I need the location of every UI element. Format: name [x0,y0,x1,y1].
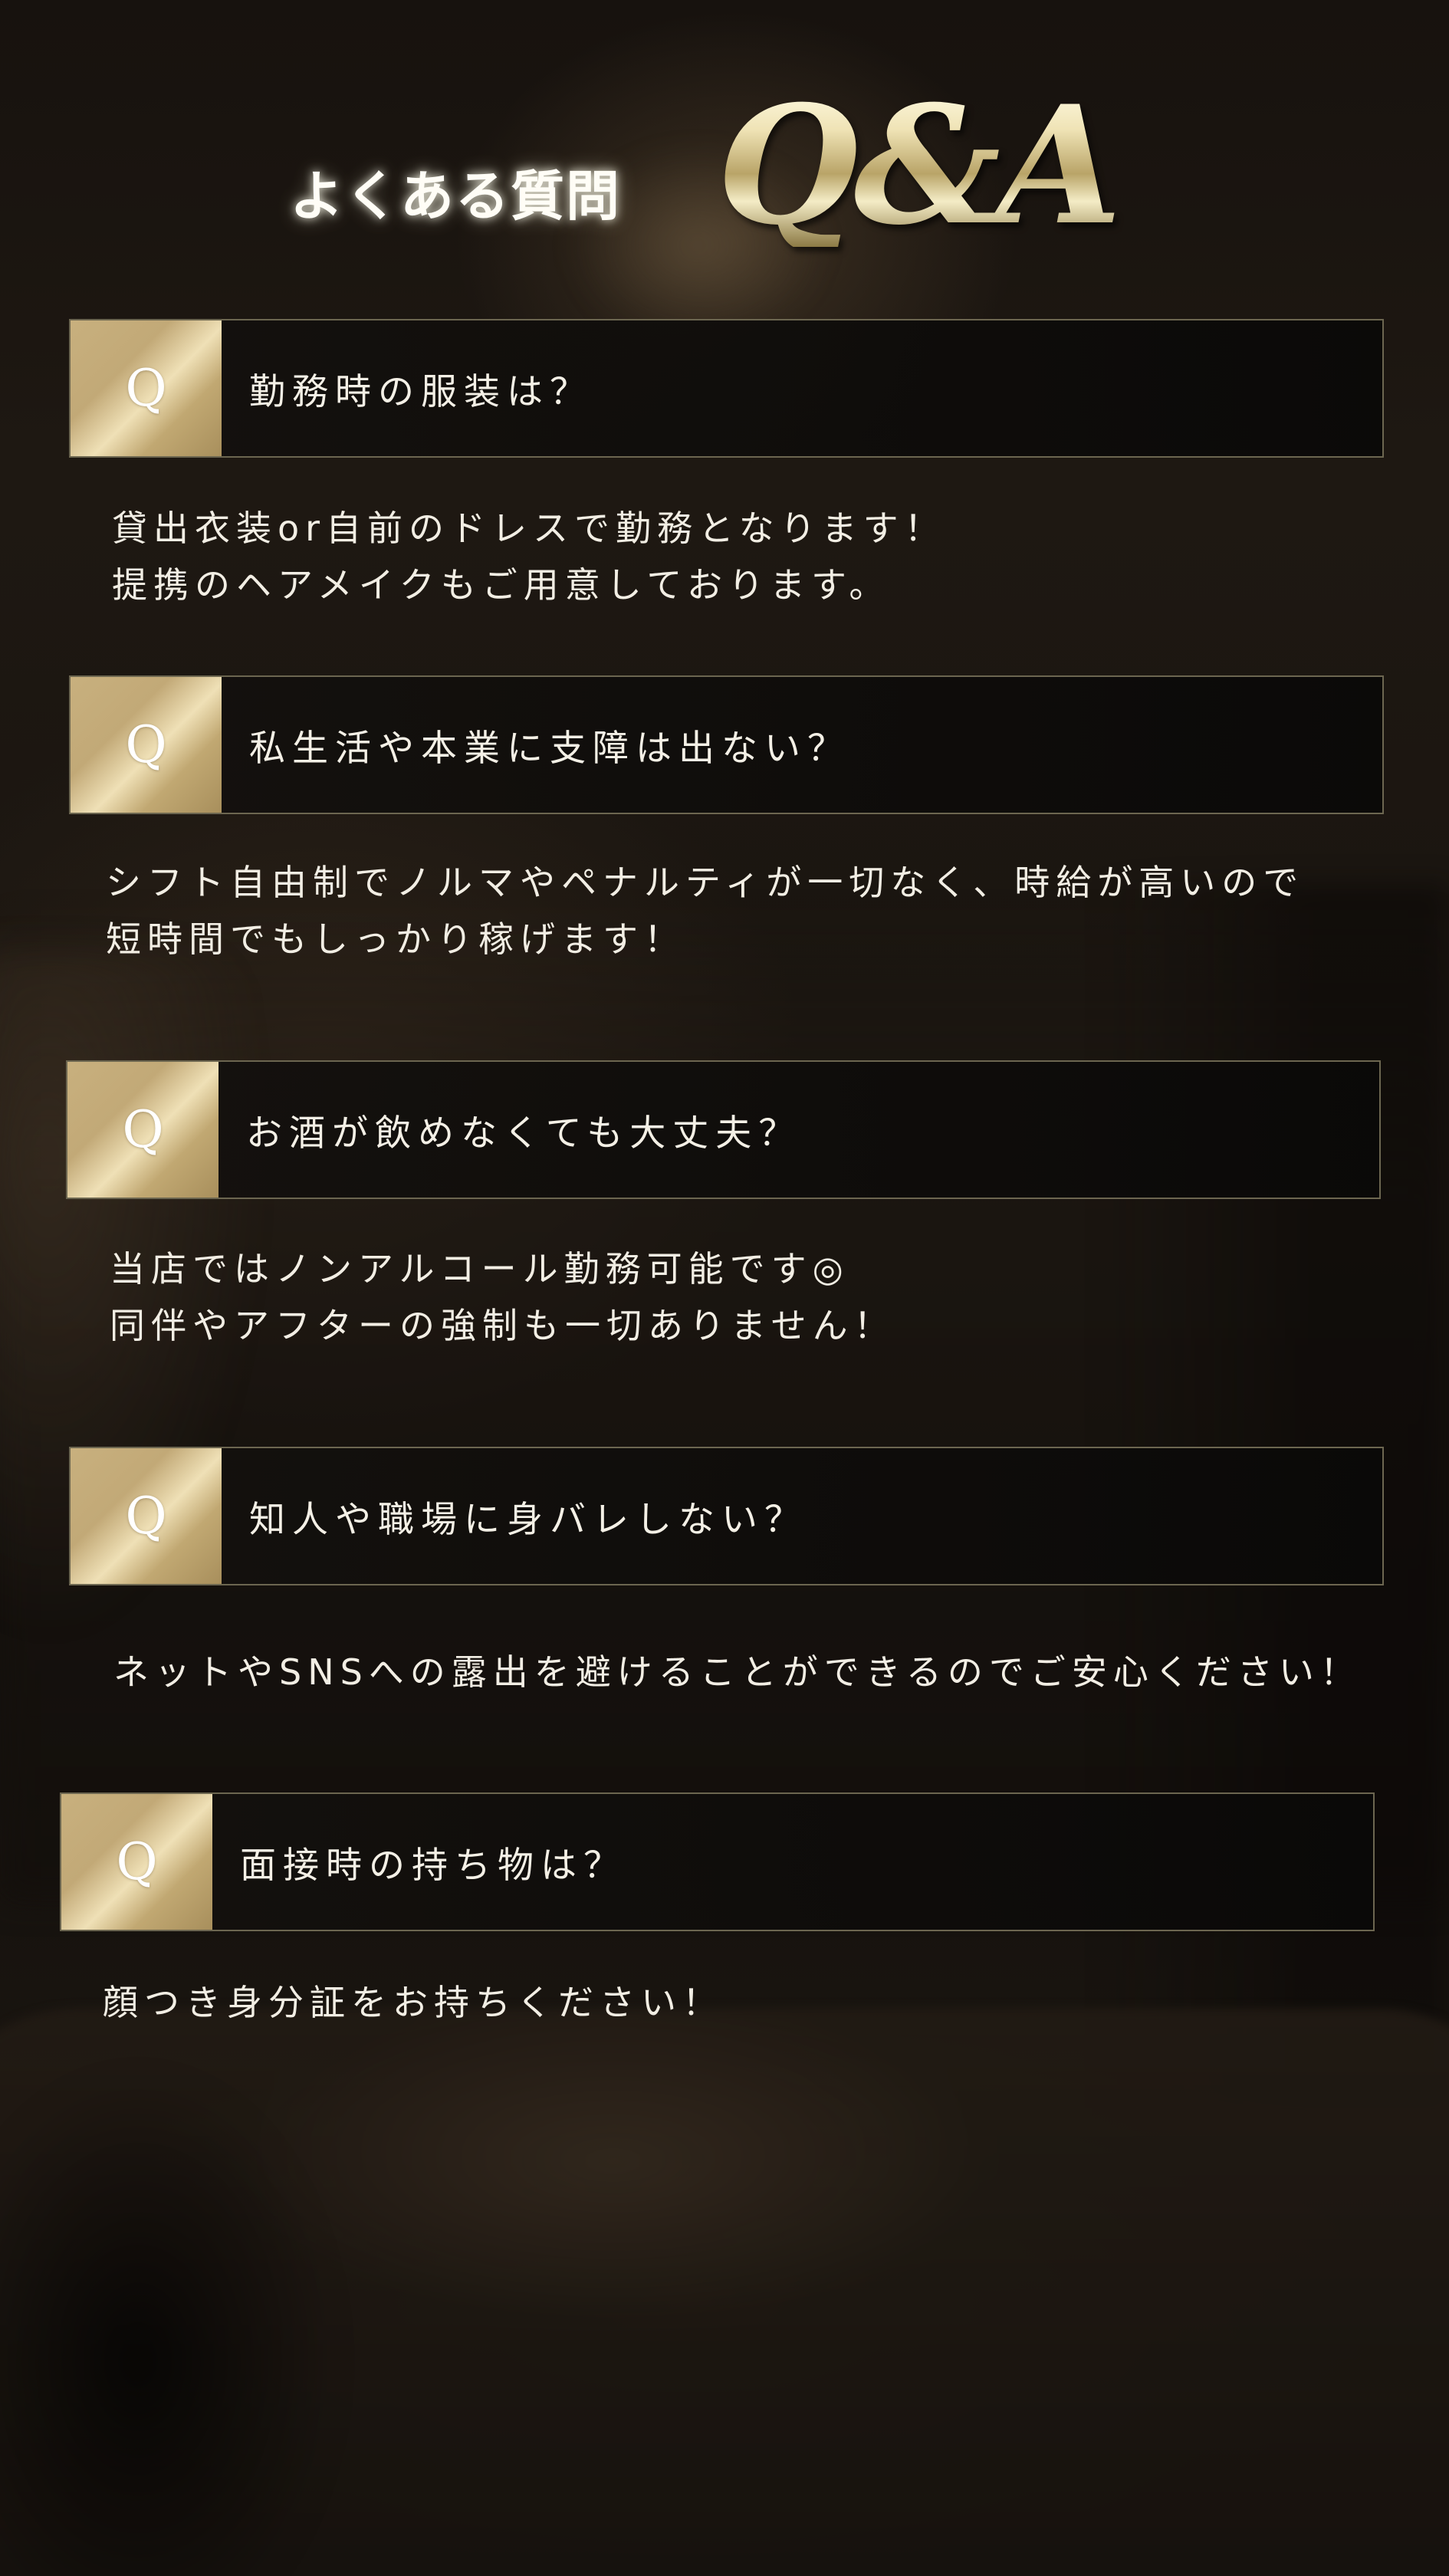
question-badge-letter: Q [125,358,167,418]
question-badge-letter: Q [116,1832,158,1891]
question-badge: Q [67,1062,219,1198]
answer-line: 同伴やアフターの強制も一切ありません！ [110,1305,895,1346]
question-bar: Q 面接時の持ち物は？ [60,1792,1375,1931]
question-text: 勤務時の服装は？ [249,371,593,413]
qa-item: Q 知人や職場に身バレしない？ [69,1447,1384,1585]
question-badge-letter: Q [125,715,167,774]
qa-item: Q 面接時の持ち物は？ [60,1792,1375,1931]
qa-page: よくある質問 Q&A Q 勤務時の服装は？ 貸出衣装or自前のドレスで勤務となり… [0,0,1449,2576]
question-bar: Q お酒が飲めなくても大丈夫？ [66,1060,1381,1199]
question-text: 知人や職場に身バレしない？ [249,1499,807,1541]
question-text: 面接時の持ち物は？ [240,1845,626,1887]
question-badge-letter: Q [125,1486,167,1546]
answer-text: ネットやSNSへの露出を避けることができるのでご安心ください！ [113,1644,1362,1700]
question-badge: Q [61,1794,212,1930]
answer-line: 当店ではノンアルコール勤務可能です◎ [110,1248,849,1290]
answer-text: シフト自由制でノルマやペナルティが一切なく、時給が高いので 短時間でもしっかり稼… [106,854,1304,968]
answer-line: 短時間でもしっかり稼げます！ [106,918,685,960]
background-sofa-back [0,905,1449,1901]
background-sofa-seat [0,2009,1449,2576]
answer-line: 提携のヘアメイクもご用意しております。 [112,564,891,606]
answer-text: 当店ではノンアルコール勤務可能です◎ 同伴やアフターの強制も一切ありません！ [110,1240,895,1354]
section-subtitle: よくある質問 [290,165,621,228]
qa-item: Q 私生活や本業に支障は出ない？ [69,675,1384,814]
question-bar: Q 勤務時の服装は？ [69,319,1384,458]
question-badge: Q [71,677,222,813]
section-title: Q&A [717,70,1122,261]
answer-line: 貸出衣装or自前のドレスで勤務となります！ [112,508,946,549]
question-text: お酒が飲めなくても大丈夫？ [246,1112,802,1155]
question-badge: Q [71,320,222,456]
qa-item: Q 勤務時の服装は？ [69,319,1384,458]
background-seat-shadow [0,2070,337,2576]
qa-item: Q お酒が飲めなくても大丈夫？ [66,1060,1381,1199]
answer-line: シフト自由制でノルマやペナルティが一切なく、時給が高いので [106,862,1305,903]
question-bar: Q 私生活や本業に支障は出ない？ [69,675,1384,814]
answer-text: 顔つき身分証をお持ちください！ [103,1974,724,2031]
answer-text: 貸出衣装or自前のドレスで勤務となります！ 提携のヘアメイクもご用意しております… [112,500,946,613]
question-badge-letter: Q [122,1099,164,1159]
question-bar: Q 知人や職場に身バレしない？ [69,1447,1384,1585]
question-text: 私生活や本業に支障は出ない？ [249,728,850,770]
answer-line: ネットやSNSへの露出を避けることができるのでご安心ください！ [113,1651,1362,1693]
answer-line: 顔つき身分証をお持ちください！ [103,1982,724,2023]
question-badge: Q [71,1448,222,1584]
section-header: よくある質問 Q&A [0,77,1449,276]
